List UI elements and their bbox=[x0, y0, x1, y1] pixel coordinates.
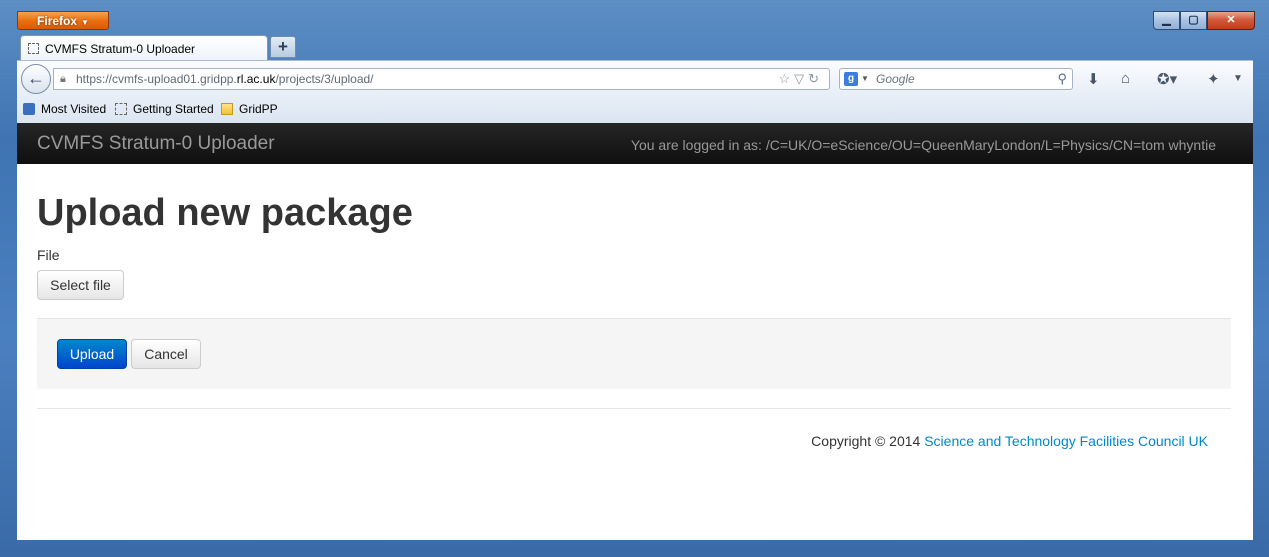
bookmarks-menu-icon[interactable]: ✪▾ bbox=[1157, 70, 1177, 88]
back-button[interactable]: ← bbox=[21, 64, 51, 94]
bookmark-label: Most Visited bbox=[41, 102, 107, 116]
page-content: CVMFS Stratum-0 Uploader You are logged … bbox=[17, 123, 1253, 540]
search-placeholder: Google bbox=[876, 72, 915, 86]
url-bar[interactable]: 🔒︎ https://cvmfs-upload01.gridpp.rl.ac.u… bbox=[53, 68, 830, 90]
getting-started-icon bbox=[115, 103, 127, 115]
firefox-menu-label: Firefox bbox=[37, 14, 78, 28]
dropdown-caret-icon: ▼ bbox=[81, 18, 89, 27]
home-icon[interactable]: ⌂ bbox=[1121, 70, 1130, 87]
page-favicon-icon bbox=[28, 43, 39, 54]
lock-icon: 🔒︎ bbox=[60, 73, 66, 85]
engine-dropdown-icon[interactable]: ▼ bbox=[861, 69, 869, 89]
tab-title: CVMFS Stratum-0 Uploader bbox=[45, 41, 196, 56]
brand-link[interactable]: CVMFS Stratum-0 Uploader bbox=[37, 133, 275, 155]
cancel-button[interactable]: Cancel bbox=[131, 339, 201, 369]
footer-divider bbox=[37, 408, 1231, 409]
most-visited-icon bbox=[23, 103, 35, 115]
stfc-link[interactable]: Science and Technology Facilities Counci… bbox=[924, 433, 1208, 449]
browser-tab[interactable]: CVMFS Stratum-0 Uploader bbox=[20, 35, 268, 61]
back-arrow-icon: ← bbox=[27, 68, 45, 88]
login-status: You are logged in as: /C=UK/O=eScience/O… bbox=[630, 137, 1216, 153]
url-actions: ☆▽↻ bbox=[778, 69, 823, 89]
search-icon[interactable]: ⚲ bbox=[1057, 69, 1067, 89]
navigation-toolbar: ← 🔒︎ https://cvmfs-upload01.gridpp.rl.ac… bbox=[17, 60, 1253, 96]
maximize-button[interactable]: ▢ bbox=[1180, 11, 1207, 30]
history-dropdown-icon[interactable]: ▽ bbox=[794, 71, 808, 86]
bookmark-getting-started[interactable]: Getting Started bbox=[115, 102, 214, 116]
page-title: Upload new package bbox=[37, 192, 413, 234]
overflow-menu-icon[interactable]: ▼ bbox=[1233, 73, 1243, 84]
browser-window: Firefox ▼ ▁ ▢ ✕ CVMFS Stratum-0 Uploader … bbox=[0, 0, 1269, 557]
bookmark-label: Getting Started bbox=[133, 102, 214, 116]
reload-icon[interactable]: ↻ bbox=[808, 71, 823, 86]
file-label: File bbox=[37, 247, 60, 263]
new-tab-button[interactable]: + bbox=[270, 36, 296, 58]
upload-button[interactable]: Upload bbox=[57, 339, 127, 369]
firefox-menu-button[interactable]: Firefox ▼ bbox=[17, 11, 109, 30]
downloads-icon[interactable]: ⬇ bbox=[1087, 70, 1100, 88]
copyright-text: Copyright © 2014 bbox=[811, 433, 925, 449]
minimize-button[interactable]: ▁ bbox=[1153, 11, 1180, 30]
bookmarks-toolbar: Most Visited Getting Started GridPP bbox=[17, 96, 1253, 123]
window-controls: ▁ ▢ ✕ bbox=[1153, 11, 1255, 30]
folder-icon bbox=[221, 103, 233, 115]
form-actions: Upload Cancel bbox=[37, 318, 1231, 389]
footer: Copyright © 2014 Science and Technology … bbox=[811, 433, 1208, 449]
close-button[interactable]: ✕ bbox=[1207, 11, 1255, 30]
bookmark-label: GridPP bbox=[239, 102, 278, 116]
google-engine-icon[interactable]: g bbox=[844, 72, 858, 86]
bookmark-most-visited[interactable]: Most Visited bbox=[23, 102, 106, 116]
top-navbar: CVMFS Stratum-0 Uploader You are logged … bbox=[17, 123, 1253, 164]
search-bar[interactable]: g ▼ Google ⚲ bbox=[839, 68, 1073, 90]
bookmark-gridpp[interactable]: GridPP bbox=[221, 102, 278, 116]
select-file-button[interactable]: Select file bbox=[37, 270, 124, 300]
bookmark-star-icon[interactable]: ☆ bbox=[778, 71, 794, 86]
url-text: https://cvmfs-upload01.gridpp.rl.ac.uk/p… bbox=[76, 72, 374, 86]
addon-icon[interactable]: ✦ bbox=[1207, 70, 1220, 88]
